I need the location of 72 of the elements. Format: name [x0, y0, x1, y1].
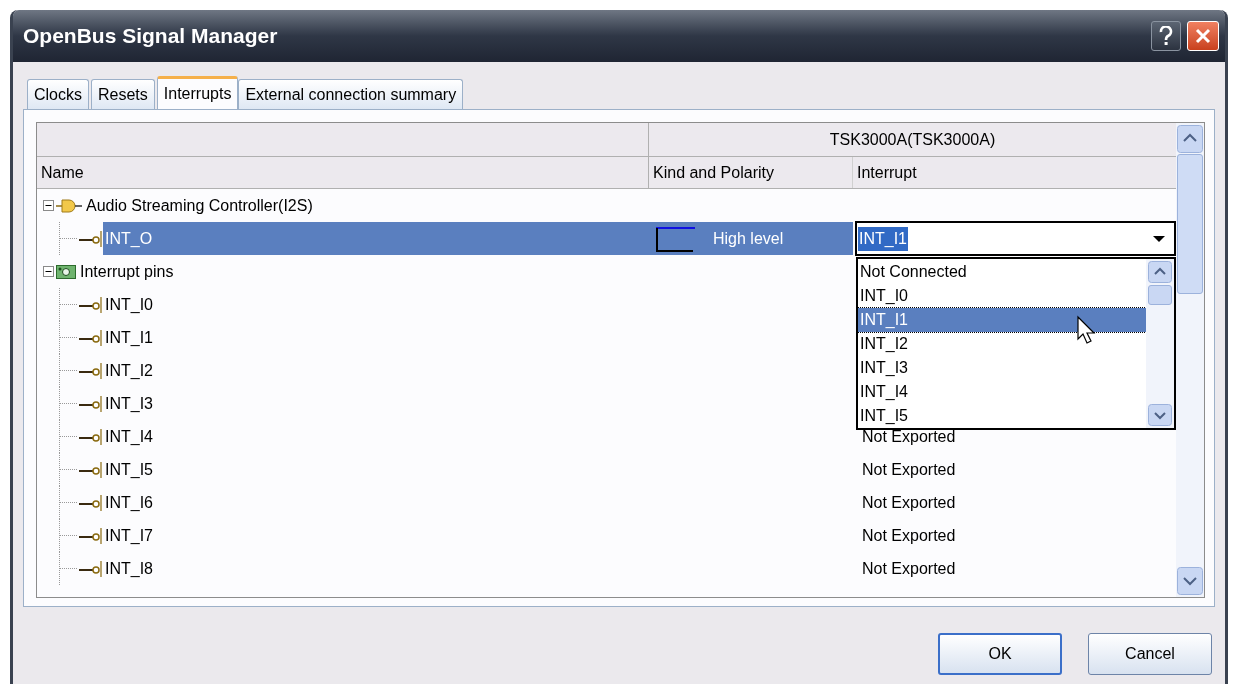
cancel-button[interactable]: Cancel: [1088, 633, 1212, 675]
pin-name: INT_I8: [105, 558, 153, 579]
tree-row[interactable]: INT_I8 Not Exported: [37, 552, 1176, 585]
interrupt-value: Not Exported: [861, 558, 956, 579]
tree-group-row[interactable]: Audio Streaming Controller(I2S): [37, 189, 1176, 222]
dropdown-scrollbar[interactable]: [1146, 259, 1174, 428]
column-header[interactable]: Name: [37, 157, 649, 188]
dropdown-arrow-icon[interactable]: [1152, 234, 1166, 243]
interrupt-combo-box[interactable]: INT_I1: [855, 221, 1176, 256]
dropdown-option[interactable]: INT_I0: [858, 284, 1146, 308]
dropdown-option[interactable]: Not Connected: [858, 260, 1146, 284]
tab[interactable]: Clocks: [27, 79, 89, 109]
pin-icon: [77, 361, 103, 380]
pin-name: INT_I1: [105, 327, 153, 348]
pin-name: INT_I4: [105, 426, 153, 447]
scroll-down-icon[interactable]: [1148, 404, 1172, 426]
help-button[interactable]: [1151, 21, 1181, 51]
combo-value: INT_I1: [858, 226, 908, 251]
interrupt-value: Not Exported: [861, 492, 956, 513]
scroll-up-icon[interactable]: [1148, 261, 1172, 283]
group-name: Audio Streaming Controller(I2S): [86, 195, 313, 216]
scroll-up-icon[interactable]: [1177, 125, 1203, 153]
pin-name: INT_I6: [105, 492, 153, 513]
tree-row[interactable]: INT_I7 Not Exported: [37, 519, 1176, 552]
dropdown-option[interactable]: INT_I4: [858, 380, 1146, 404]
collapse-icon[interactable]: [43, 266, 54, 277]
pin-icon: [77, 460, 103, 479]
high-level-signal-icon: [655, 224, 697, 253]
dropdown-option[interactable]: INT_I2: [858, 332, 1146, 356]
polarity-label: High level: [713, 228, 784, 249]
vertical-scrollbar[interactable]: [1176, 123, 1204, 597]
pin-icon: [77, 229, 103, 248]
dropdown-option[interactable]: INT_I1: [858, 308, 1146, 332]
tree-row[interactable]: INT_O High level INT_I1: [37, 222, 1176, 255]
pin-name: INT_I2: [105, 360, 153, 381]
column-group-header: TSK3000A(TSK3000A): [828, 129, 997, 150]
collapse-icon[interactable]: [43, 200, 54, 211]
pin-icon: [77, 427, 103, 446]
interrupt-value: Not Exported: [861, 459, 956, 480]
group-name: Interrupt pins: [80, 261, 174, 282]
pin-name: INT_O: [105, 228, 153, 249]
gate-icon: [56, 197, 82, 214]
pin-icon: [77, 328, 103, 347]
close-button[interactable]: [1187, 21, 1219, 51]
scroll-thumb[interactable]: [1177, 154, 1203, 294]
window-title: OpenBus Signal Manager: [23, 23, 278, 50]
dropdown-option[interactable]: INT_I3: [858, 356, 1146, 380]
tree-row[interactable]: INT_I6 Not Exported: [37, 486, 1176, 519]
interrupt-value: Not Exported: [861, 525, 956, 546]
tab[interactable]: External connection summary: [238, 79, 464, 109]
interrupt-value: Not Exported: [861, 426, 956, 447]
close-icon: [1195, 28, 1211, 44]
pin-icon: [77, 394, 103, 413]
pin-icon: [77, 295, 103, 314]
help-icon: [1159, 26, 1173, 46]
pin-icon: [77, 526, 103, 545]
tree-row[interactable]: INT_I5 Not Exported: [37, 453, 1176, 486]
column-header[interactable]: Kind and Polarity: [649, 157, 853, 188]
column-header[interactable]: Interrupt: [853, 157, 1176, 188]
scroll-thumb[interactable]: [1148, 285, 1172, 305]
pin-name: INT_I7: [105, 525, 153, 546]
tab[interactable]: Interrupts: [156, 76, 239, 109]
scroll-down-icon[interactable]: [1177, 567, 1203, 595]
chip-icon: [56, 263, 76, 280]
dropdown-option[interactable]: INT_I5: [858, 404, 1146, 428]
pin-name: INT_I0: [105, 294, 153, 315]
ok-button[interactable]: OK: [938, 633, 1062, 675]
pin-name: INT_I5: [105, 459, 153, 480]
tab[interactable]: Resets: [91, 79, 155, 109]
pin-name: INT_I3: [105, 393, 153, 414]
pin-icon: [77, 559, 103, 578]
pin-icon: [77, 493, 103, 512]
